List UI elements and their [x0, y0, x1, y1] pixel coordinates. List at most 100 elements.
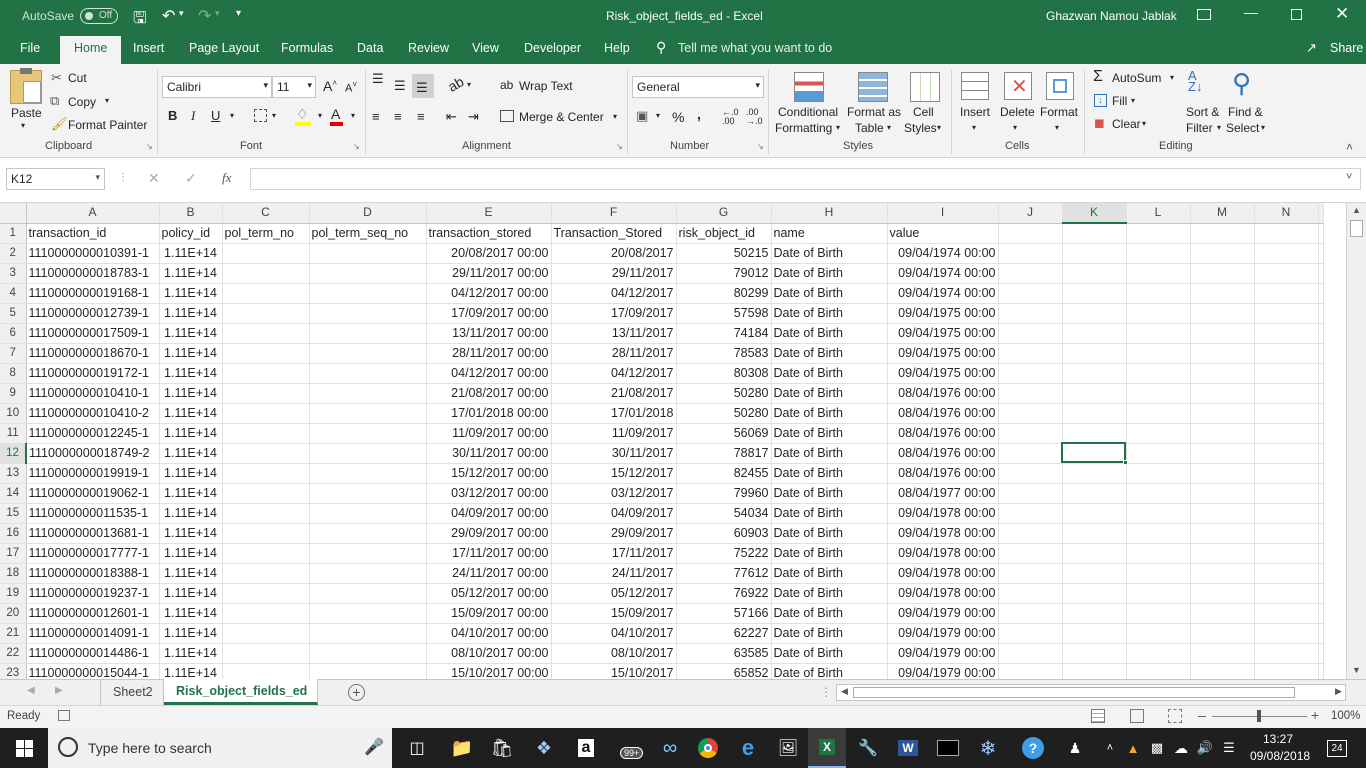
empty-cell[interactable] [1318, 563, 1324, 584]
table-cell[interactable]: 1110000000019168-1 [26, 283, 160, 304]
accounting-dropdown-icon[interactable]: ▾ [656, 111, 660, 120]
redo-icon[interactable]: ↷ [198, 6, 211, 26]
table-cell[interactable]: Date of Birth [771, 423, 888, 444]
formula-input[interactable] [250, 168, 1361, 190]
empty-cell[interactable] [1062, 383, 1127, 404]
table-cell[interactable]: 15/12/2017 [551, 463, 677, 484]
row-header-2[interactable]: 2 [0, 243, 27, 264]
table-cell[interactable]: Date of Birth [771, 643, 888, 664]
column-header-l[interactable]: L [1126, 203, 1191, 224]
empty-cell[interactable] [1126, 643, 1191, 664]
table-cell[interactable] [309, 583, 427, 604]
empty-cell[interactable] [1254, 343, 1319, 364]
empty-cell[interactable] [1254, 623, 1319, 644]
table-cell[interactable]: 29/09/2017 00:00 [426, 523, 552, 544]
table-cell[interactable] [309, 443, 427, 464]
header-cell[interactable]: value [887, 223, 999, 244]
cell-styles-label-1[interactable]: Cell [913, 105, 934, 119]
table-cell[interactable]: 09/04/1979 00:00 [887, 643, 999, 664]
align-middle-icon[interactable]: ☰ [394, 78, 406, 94]
row-header-9[interactable]: 9 [0, 383, 27, 404]
table-cell[interactable]: 04/10/2017 [551, 623, 677, 644]
table-cell[interactable]: 1110000000010410-2 [26, 403, 160, 424]
word-icon[interactable]: W [890, 728, 926, 768]
tray-app-icon[interactable]: ▲ [1122, 728, 1144, 768]
empty-cell[interactable] [1254, 503, 1319, 524]
empty-cell[interactable] [1190, 443, 1255, 464]
empty-cell[interactable] [1126, 543, 1191, 564]
table-cell[interactable]: 1.11E+14 [159, 323, 223, 344]
table-cell[interactable]: 80299 [676, 283, 772, 304]
empty-cell[interactable] [1062, 483, 1127, 504]
empty-cell[interactable] [998, 463, 1063, 484]
empty-cell[interactable] [1254, 463, 1319, 484]
row-header-13[interactable]: 13 [0, 463, 27, 484]
empty-cell[interactable] [1254, 423, 1319, 444]
fill-button[interactable]: Fill [1112, 94, 1127, 108]
empty-cell[interactable] [1190, 523, 1255, 544]
amazon-icon[interactable]: a [568, 728, 604, 768]
empty-cell[interactable] [1062, 663, 1127, 679]
table-cell[interactable]: 1.11E+14 [159, 483, 223, 504]
empty-cell[interactable] [1318, 503, 1324, 524]
font-color-icon[interactable]: A [330, 106, 343, 126]
empty-cell[interactable] [998, 283, 1063, 304]
zoom-slider-thumb[interactable] [1257, 710, 1261, 722]
header-cell[interactable]: transaction_stored [426, 223, 552, 244]
conditional-formatting-label-1[interactable]: Conditional [778, 105, 838, 119]
empty-cell[interactable] [1254, 583, 1319, 604]
people-icon[interactable]: ♟ [1060, 728, 1090, 768]
table-cell[interactable] [222, 323, 310, 344]
table-cell[interactable]: 1.11E+14 [159, 523, 223, 544]
empty-cell[interactable] [998, 523, 1063, 544]
table-cell[interactable]: 1.11E+14 [159, 543, 223, 564]
empty-cell[interactable] [1318, 523, 1324, 544]
table-cell[interactable]: 82455 [676, 463, 772, 484]
cell-styles-label-2[interactable]: Styles [904, 121, 937, 135]
table-cell[interactable]: 28/11/2017 00:00 [426, 343, 552, 364]
empty-cell[interactable] [1126, 263, 1191, 284]
row-header-5[interactable]: 5 [0, 303, 27, 324]
delete-button[interactable]: Delete [1000, 105, 1035, 119]
column-header-k[interactable]: K [1062, 203, 1127, 224]
customize-qat-icon[interactable]: ▾ [236, 8, 241, 19]
increase-decimal-icon[interactable]: ←.0.00 [722, 108, 739, 126]
empty-cell[interactable] [1254, 363, 1319, 384]
table-cell[interactable] [222, 523, 310, 544]
table-cell[interactable] [222, 643, 310, 664]
table-cell[interactable]: 09/04/1975 00:00 [887, 343, 999, 364]
table-cell[interactable] [309, 323, 427, 344]
tab-developer[interactable]: Developer [524, 41, 581, 55]
empty-cell[interactable] [1254, 563, 1319, 584]
file-explorer-icon[interactable]: 📁 [444, 728, 480, 768]
select-all-corner[interactable] [0, 203, 27, 224]
zoom-out-icon[interactable]: – [1198, 707, 1206, 723]
table-cell[interactable]: 1.11E+14 [159, 303, 223, 324]
macro-record-icon[interactable] [58, 710, 70, 721]
table-cell[interactable]: 28/11/2017 [551, 343, 677, 364]
table-cell[interactable] [309, 543, 427, 564]
empty-cell[interactable] [1318, 363, 1324, 384]
column-header-m[interactable]: M [1190, 203, 1255, 224]
table-cell[interactable] [309, 243, 427, 264]
empty-cell[interactable] [1318, 343, 1324, 364]
table-cell[interactable]: 65852 [676, 663, 772, 679]
empty-cell[interactable] [1190, 363, 1255, 384]
microphone-icon[interactable]: 🎤 [364, 737, 384, 757]
number-format-select[interactable]: General ▾ [632, 76, 764, 98]
column-header-d[interactable]: D [309, 203, 427, 224]
insert-dropdown-icon[interactable]: ▾ [972, 123, 976, 132]
table-cell[interactable]: Date of Birth [771, 243, 888, 264]
empty-cell[interactable] [1254, 663, 1319, 679]
scroll-down-icon[interactable]: ▼ [1352, 665, 1361, 675]
table-cell[interactable]: Date of Birth [771, 443, 888, 464]
empty-cell[interactable] [998, 483, 1063, 504]
table-cell[interactable]: 50215 [676, 243, 772, 264]
table-cell[interactable]: 50280 [676, 403, 772, 424]
sheet-tab-sheet2[interactable]: Sheet2 [100, 680, 164, 705]
table-cell[interactable]: 08/10/2017 00:00 [426, 643, 552, 664]
next-sheet-icon[interactable]: ▶ [55, 685, 63, 696]
empty-cell[interactable] [1318, 223, 1324, 244]
table-cell[interactable]: 17/11/2017 [551, 543, 677, 564]
empty-cell[interactable] [1318, 423, 1324, 444]
